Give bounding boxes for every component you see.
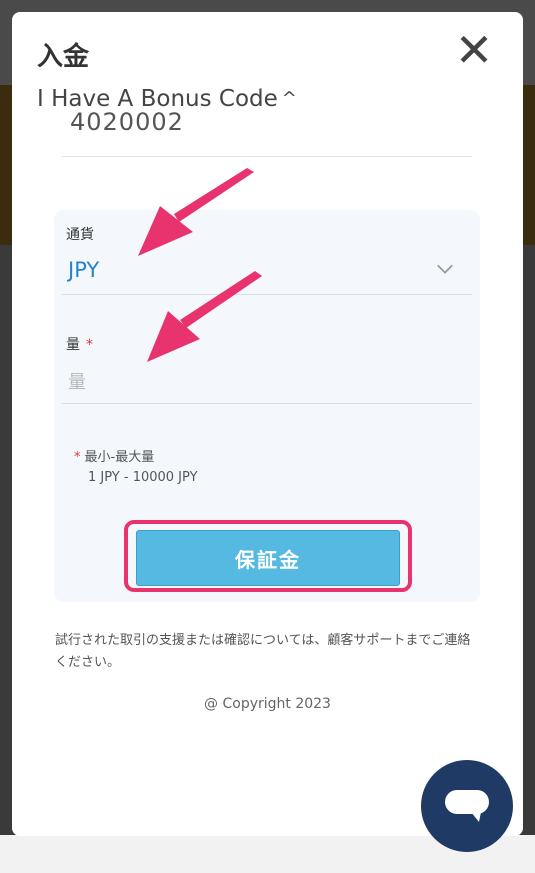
deposit-form: 通貨 JPY 量* *最小-最大量 1 JPY - 10000 JPY 保証金 [54, 210, 480, 602]
currency-label: 通貨 [66, 227, 94, 243]
modal-title: 入金 [37, 42, 90, 72]
bonus-code-input[interactable]: 4020002 [62, 112, 472, 157]
bonus-code-toggle[interactable]: I Have A Bonus Code ^ [37, 86, 297, 112]
amount-label-row: 量 * [66, 334, 93, 354]
amount-input[interactable] [62, 362, 472, 404]
required-mark: * [74, 450, 81, 465]
support-text: 試行された取引の支援または確認については、顧客サポートまでご連絡ください。 [55, 633, 471, 670]
limit-label-row: * 最小-最大量 [74, 446, 154, 465]
limit-range: 1 JPY - 10000 JPY [88, 470, 198, 485]
chat-icon [445, 790, 489, 822]
close-icon: ✕ [454, 23, 494, 77]
close-button[interactable]: ✕ [450, 26, 498, 74]
limit-label: 最小-最大量 [84, 450, 155, 465]
amount-label: 量 [66, 337, 80, 353]
bonus-code-value: 4020002 [70, 112, 184, 136]
deposit-modal: 入金 ✕ I Have A Bonus Code ^ 4020002 通貨 JPY… [12, 12, 523, 836]
bonus-code-toggle-label: I Have A Bonus Code [37, 86, 278, 112]
chat-button[interactable] [421, 760, 513, 852]
currency-value: JPY [68, 258, 100, 282]
required-mark: * [86, 337, 93, 353]
chevron-up-icon: ^ [281, 88, 297, 109]
copyright-text: @ Copyright 2023 [204, 696, 331, 712]
currency-select[interactable]: JPY [62, 250, 472, 295]
deposit-button[interactable]: 保証金 [136, 530, 400, 586]
chevron-down-icon [437, 264, 453, 274]
